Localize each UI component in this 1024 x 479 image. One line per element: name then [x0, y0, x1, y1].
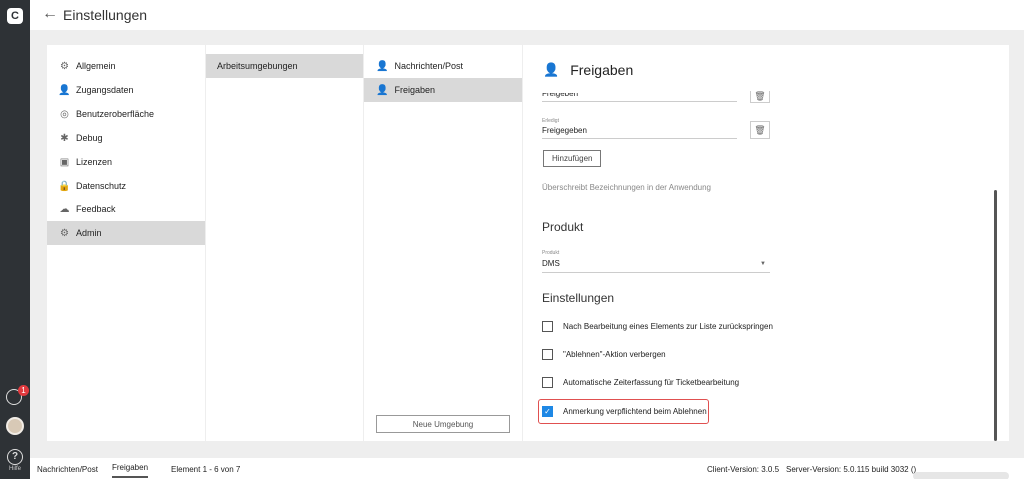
element-count: Element 1 - 6 von 7 — [171, 465, 241, 474]
status-bar: Nachrichten/Post Freigaben Element 1 - 6… — [30, 458, 1024, 479]
top-bar: ← Einstellungen — [30, 0, 1024, 30]
checkbox-row[interactable]: Automatische Zeiterfassung für Ticketbea… — [542, 377, 739, 388]
nav-item-debug[interactable]: ✱ Debug — [47, 126, 205, 150]
nav-item-datenschutz[interactable]: 🔒 Datenschutz — [47, 174, 205, 198]
notification-badge: 1 — [18, 385, 29, 396]
dropdown-arrow-icon: ▼ — [760, 261, 766, 267]
left-rail: C 1 ? Hilfe — [0, 0, 30, 479]
bug-icon: ✱ — [60, 132, 69, 144]
checkbox-row[interactable]: "Ablehnen"-Aktion verbergen — [542, 349, 666, 360]
checkbox-row[interactable]: Nach Bearbeitung eines Elements zur List… — [542, 321, 773, 332]
checkbox-row[interactable]: ✓ Anmerkung verpflichtend beim Ablehnen — [542, 406, 707, 417]
back-arrow-icon[interactable]: ← — [42, 5, 58, 23]
user-icon: 👤 — [58, 84, 71, 96]
user-avatar[interactable] — [6, 417, 24, 435]
help-label: Hilfe — [8, 466, 21, 472]
nav-item-lizenzen[interactable]: ▣ Lizenzen — [47, 150, 205, 174]
user-icon: 👤 — [376, 60, 389, 72]
detail-header: 👤 Freigaben — [543, 62, 633, 78]
checkbox-checked[interactable]: ✓ — [542, 406, 553, 417]
status-tab-freigaben[interactable]: Freigaben — [112, 463, 149, 478]
nav-item-benutzeroberflaeche[interactable]: ◎ Benutzeroberfläche — [47, 102, 205, 126]
nav-item-zugangsdaten[interactable]: 👤 Zugangsdaten — [47, 78, 205, 102]
page-title: Einstellungen — [63, 7, 148, 23]
nav-item-allgemein[interactable]: ⚙ Allgemein — [47, 54, 205, 78]
app-window: C 1 ? Hilfe ← Einstellungen ⚙ Allgemein 👤… — [0, 0, 1024, 479]
redacted-server — [913, 472, 1010, 479]
checkbox[interactable] — [542, 349, 553, 360]
admin-gear-icon: ⚙ — [60, 227, 69, 239]
settings-section-title: Einstellungen — [542, 291, 615, 305]
palette-icon: ◎ — [60, 108, 69, 120]
nav-item-admin[interactable]: ⚙ Admin — [47, 221, 205, 245]
trash-icon[interactable]: 🗑 — [750, 91, 770, 103]
lock-icon: 🔒 — [58, 180, 71, 192]
product-select[interactable]: Produkt DMS ▼ — [542, 250, 770, 273]
checkbox[interactable] — [542, 321, 553, 332]
feedback-icon: ☁ — [59, 203, 70, 215]
product-section-title: Produkt — [542, 220, 584, 234]
help-icon[interactable]: ? — [7, 449, 23, 465]
trash-icon[interactable]: 🗑 — [750, 121, 770, 139]
erledigt-field[interactable]: Erledigt Freigegeben — [542, 118, 737, 139]
env-item-freigaben[interactable]: 👤 Freigaben — [364, 78, 522, 102]
detail-title: Freigaben — [570, 62, 634, 78]
app-logo-icon[interactable]: C — [7, 8, 23, 24]
user-icon: 👤 — [543, 62, 560, 77]
settings-nav-panel: ⚙ Allgemein 👤 Zugangsdaten ◎ Benutzeroberfl… — [47, 45, 205, 441]
nav-item-feedback[interactable]: ☁ Feedback — [47, 197, 205, 221]
environment-list-panel: 👤 Nachrichten/Post 👤 Freigaben Neue Umgebu… — [364, 45, 522, 441]
checkbox[interactable] — [542, 377, 553, 388]
partial-field[interactable]: Freigeben — [542, 93, 737, 102]
user-icon: 👤 — [376, 84, 389, 96]
hint-text: Überschreibt Bezeichnungen in der Anwend… — [542, 183, 712, 192]
env-item-nachrichten[interactable]: 👤 Nachrichten/Post — [364, 54, 522, 78]
environment-item[interactable]: Arbeitsumgebungen — [206, 54, 363, 78]
environment-panel: Arbeitsumgebungen — [206, 45, 363, 441]
client-version: Client-Version: 3.0.5 — [707, 465, 780, 474]
gear-icon: ⚙ — [60, 60, 69, 72]
license-icon: ▣ — [59, 156, 70, 168]
server-version: Server-Version: 5.0.115 build 3032 () — [786, 465, 1010, 479]
detail-panel: 👤 Freigaben Freigeben 🗑 Erledigt Freigeg… — [523, 45, 1009, 441]
new-environment-button[interactable]: Neue Umgebung — [376, 415, 510, 433]
add-button[interactable]: Hinzufügen — [543, 150, 602, 167]
status-tab-nachrichten[interactable]: Nachrichten/Post — [37, 465, 98, 474]
scrollbar[interactable] — [994, 190, 997, 441]
